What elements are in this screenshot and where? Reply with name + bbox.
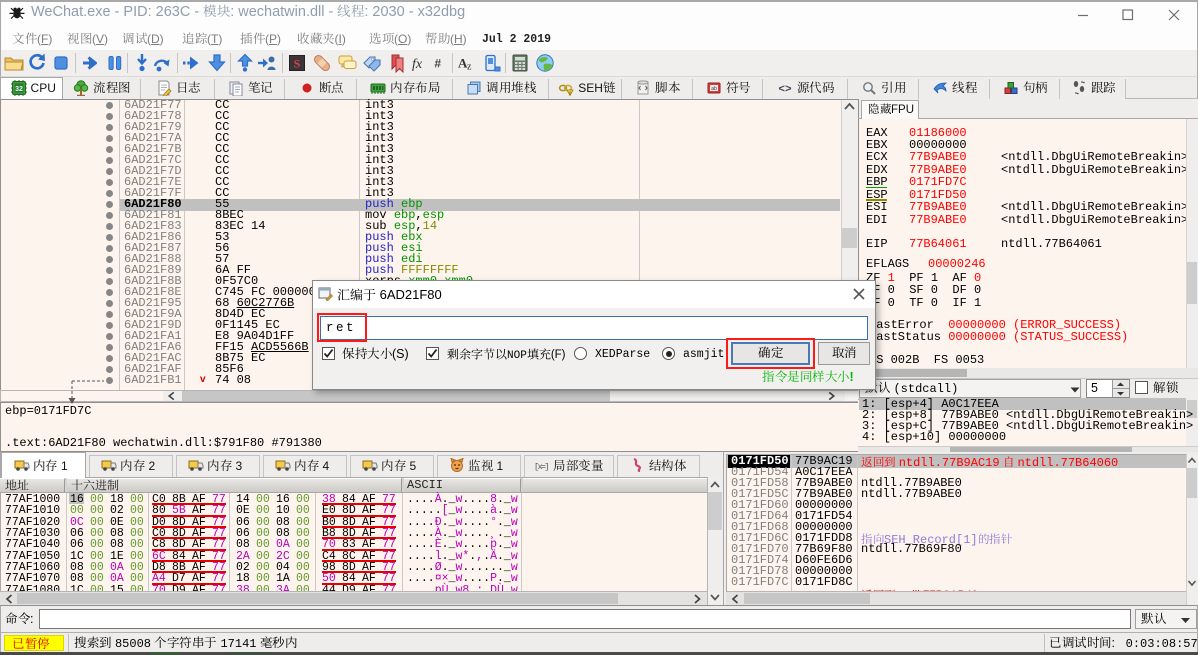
svg-text:#: # xyxy=(434,56,441,70)
svg-text:[x=]: [x=] xyxy=(534,462,550,472)
svg-text:S: S xyxy=(294,57,301,71)
svg-text:ab: ab xyxy=(711,86,717,92)
svg-text:32: 32 xyxy=(15,86,23,93)
svg-text:<>: <> xyxy=(778,84,792,96)
svg-text:z: z xyxy=(467,62,472,73)
svg-text:fx: fx xyxy=(412,57,423,72)
